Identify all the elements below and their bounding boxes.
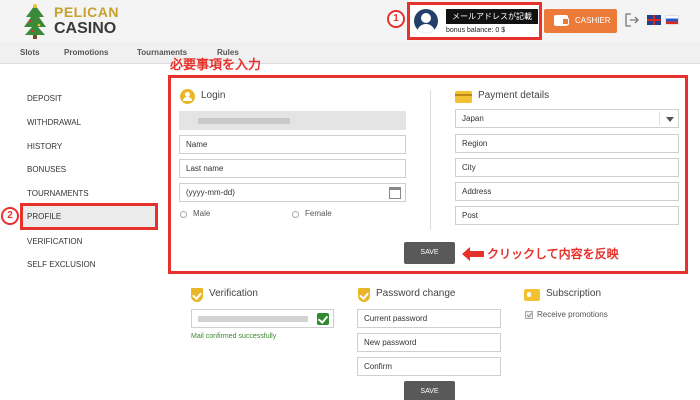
email-display: メールアドレスが記載 (446, 9, 538, 24)
country-select[interactable]: Japan (455, 109, 679, 128)
avatar[interactable] (414, 9, 438, 33)
sidebar-item-self-exclusion[interactable]: SELF EXCLUSION (27, 260, 95, 269)
sidebar-item-bonuses[interactable]: BONUSES (27, 165, 66, 174)
save-password-button[interactable]: SAVE (404, 381, 455, 400)
last-name-field[interactable]: Last name (179, 159, 406, 178)
pelican-casino-logo[interactable]: PELICAN CASINO (22, 3, 132, 39)
address-field[interactable]: Address (455, 182, 679, 201)
subscription-card-icon (524, 289, 540, 301)
verification-status: Mail confirmed successfully (191, 333, 277, 340)
bonus-balance: bonus balance: 0 $ (446, 27, 506, 34)
russia-flag-icon[interactable] (665, 15, 679, 25)
last-name-placeholder: Last name (186, 164, 224, 173)
annotation-click-to-apply: クリックして内容を反映 (487, 247, 619, 261)
city-placeholder: City (462, 163, 476, 172)
payment-details-title: Payment details (478, 90, 550, 101)
step-marker-1: 1 (387, 10, 405, 28)
cashier-button[interactable]: CASHIER (544, 9, 617, 33)
subscription-title: Subscription (546, 288, 602, 299)
sidebar-item-deposit[interactable]: DEPOSIT (27, 94, 62, 103)
verification-title: Verification (209, 288, 258, 299)
sidebar-item-verification[interactable]: VERIFICATION (27, 237, 82, 246)
uk-flag-icon[interactable] (647, 15, 661, 25)
gender-male-label: Male (193, 209, 211, 218)
confirm-password-placeholder: Confirm (364, 362, 393, 371)
birthdate-placeholder: (yyyy-mm-dd) (186, 188, 235, 197)
gender-male-radio[interactable] (180, 211, 187, 218)
user-icon (180, 89, 195, 104)
current-password-field[interactable]: Current password (357, 309, 501, 328)
shield-check-icon (191, 288, 203, 302)
sidebar-item-history[interactable]: HISTORY (27, 142, 62, 151)
credit-card-icon (455, 91, 472, 103)
sidebar-item-profile[interactable]: PROFILE (27, 212, 61, 221)
gender-female-label: Female (305, 209, 332, 218)
annotation-fill-required: 必要事項を入力 (170, 57, 262, 72)
receive-promotions-label: Receive promotions (537, 310, 608, 319)
password-change-title: Password change (376, 288, 456, 299)
verification-email-field (191, 309, 334, 328)
sidebar-item-withdrawal[interactable]: WITHDRAWAL (27, 118, 81, 127)
christmas-tree-icon (24, 4, 46, 39)
name-placeholder: Name (186, 140, 208, 149)
address-placeholder: Address (462, 187, 492, 196)
user-account-box[interactable]: メールアドレスが記載 bonus balance: 0 $ (407, 2, 542, 40)
logout-icon[interactable] (625, 13, 639, 27)
current-password-placeholder: Current password (364, 314, 428, 323)
nav-item-promotions[interactable]: Promotions (64, 48, 108, 57)
logo-text-pelican: PELICAN (54, 4, 119, 20)
top-header: PELICAN CASINO 1 メールアドレスが記載 bonus balanc… (0, 0, 700, 42)
new-password-field[interactable]: New password (357, 333, 501, 352)
check-icon (317, 313, 329, 325)
confirm-password-field[interactable]: Confirm (357, 357, 501, 376)
logo-text-casino: CASINO (54, 20, 117, 37)
birthdate-field[interactable]: (yyyy-mm-dd) (179, 183, 406, 202)
calendar-icon[interactable] (389, 187, 401, 199)
country-selected-value: Japan (462, 114, 484, 123)
step-marker-2: 2 (1, 207, 19, 225)
wallet-icon (554, 15, 569, 26)
panel-divider (430, 90, 431, 230)
post-placeholder: Post (462, 211, 479, 220)
gender-female-radio[interactable] (292, 211, 299, 218)
post-field[interactable]: Post (455, 206, 679, 225)
receive-promotions-checkbox[interactable] (525, 311, 533, 319)
save-profile-button[interactable]: SAVE (404, 242, 455, 264)
nav-item-slots[interactable]: Slots (20, 48, 40, 57)
login-email-field (179, 111, 406, 130)
chevron-down-icon (666, 117, 674, 122)
main-nav: Slots Promotions Tournaments Rules (0, 42, 700, 64)
login-title: Login (201, 90, 226, 101)
new-password-placeholder: New password (364, 338, 417, 347)
sidebar-item-tournaments[interactable]: TOURNAMENTS (27, 189, 89, 198)
city-field[interactable]: City (455, 158, 679, 177)
cashier-label: CASHIER (575, 16, 611, 25)
shield-check-icon (358, 288, 370, 302)
region-placeholder: Region (462, 139, 488, 148)
arrow-left-icon (462, 247, 484, 261)
profile-page: PELICAN CASINO 1 メールアドレスが記載 bonus balanc… (0, 0, 700, 400)
region-field[interactable]: Region (455, 134, 679, 153)
name-field[interactable]: Name (179, 135, 406, 154)
